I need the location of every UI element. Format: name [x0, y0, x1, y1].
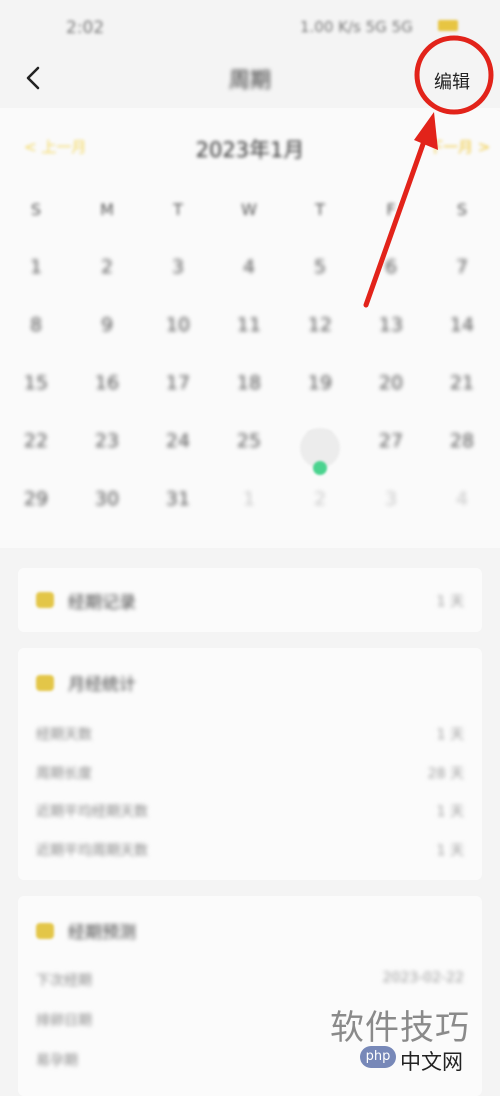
calendar-day[interactable]: 24: [148, 430, 208, 470]
calendar-day[interactable]: 7: [432, 256, 492, 296]
calendar-day[interactable]: 4: [219, 256, 279, 296]
watermark-badge: php: [360, 1046, 396, 1068]
calendar-day[interactable]: 1: [219, 488, 279, 528]
stat-label: 周期长度: [36, 766, 92, 782]
card-title: 经期预测: [68, 923, 136, 943]
card-header: 经期预测: [36, 918, 136, 943]
prediction-value: 2023-02-22: [382, 970, 464, 986]
calendar-day[interactable]: 16: [77, 372, 137, 412]
calendar-day[interactable]: 6: [361, 256, 421, 296]
calendar-day[interactable]: 1: [6, 256, 66, 296]
calendar-day[interactable]: 20: [361, 372, 421, 412]
calendar: < 上一月 2023年1月 下一月 > SMTWTFS 1 2 3 4 5 6 7 8 9 10 1…: [0, 108, 500, 548]
edit-button[interactable]: 编辑: [434, 68, 470, 94]
calendar-day[interactable]: 11: [219, 314, 279, 354]
stat-label: 经期天数: [36, 727, 92, 743]
weekday-label: F: [386, 200, 396, 219]
calendar-day[interactable]: 25: [219, 430, 279, 470]
period-record-card[interactable]: 经期记录 1 天: [18, 568, 482, 632]
stat-value: 1 天: [436, 843, 464, 859]
calendar-day[interactable]: 14: [432, 314, 492, 354]
calendar-day[interactable]: 8: [6, 314, 66, 354]
period-marker-dot: [313, 461, 327, 475]
calendar-day[interactable]: 10: [148, 314, 208, 354]
calendar-day[interactable]: 30: [77, 488, 137, 528]
prediction-label: 排卵日期: [36, 1013, 92, 1029]
calendar-day[interactable]: 9: [77, 314, 137, 354]
prediction-icon: [36, 922, 54, 939]
stat-value: 28 天: [427, 766, 464, 782]
prediction-label: 下次经期: [36, 973, 92, 989]
watermark-text: 软件技巧: [330, 1008, 470, 1048]
weekday-label: T: [173, 200, 183, 219]
calendar-day[interactable]: 2: [290, 488, 350, 528]
battery-icon: [438, 20, 458, 31]
weekday-label: M: [100, 200, 114, 219]
weekday-header: SMTWTFS: [0, 200, 500, 230]
calendar-day[interactable]: 27: [361, 430, 421, 470]
stat-label: 近期平均经期天数: [36, 804, 148, 820]
calendar-day[interactable]: 3: [148, 256, 208, 296]
next-month-button[interactable]: 下一月 >: [428, 136, 490, 157]
stats-icon: [36, 674, 54, 691]
calendar-day[interactable]: 2: [77, 256, 137, 296]
calendar-day[interactable]: 3: [361, 488, 421, 528]
card-header: 经期记录: [36, 568, 136, 632]
stat-value: 1 天: [436, 727, 464, 743]
calendar-day[interactable]: 15: [6, 372, 66, 412]
calendar-day[interactable]: 23: [77, 430, 137, 470]
month-switcher: < 上一月 2023年1月 下一月 >: [0, 128, 500, 168]
calendar-day[interactable]: 21: [432, 372, 492, 412]
prediction-label: 易孕期: [36, 1053, 78, 1069]
weekday-label: T: [315, 200, 325, 219]
calendar-day[interactable]: 18: [219, 372, 279, 412]
top-bar: 周期 编辑: [0, 48, 500, 108]
stat-value: 1 天: [436, 804, 464, 820]
calendar-day[interactable]: 5: [290, 256, 350, 296]
period-stats-card: 月经统计 经期天数 1 天 周期长度 28 天 近期平均经期天数 1 天 近期平…: [18, 648, 482, 880]
weekday-label: W: [241, 200, 257, 219]
calendar-day[interactable]: 4: [432, 488, 492, 528]
weekday-label: S: [456, 200, 468, 219]
status-indicators: 1.00 K/s 5G 5G: [300, 18, 413, 36]
calendar-day[interactable]: 29: [6, 488, 66, 528]
day-grid: 1 2 3 4 5 6 7 8 9 10 11 12 13 14 15 16 17 18 19 20 21 22 23 24 2…: [0, 248, 500, 538]
page-title: 周期: [229, 68, 271, 92]
card-title: 月经统计: [68, 675, 136, 695]
card-header: 月经统计: [36, 670, 136, 695]
card-value: 1 天: [436, 594, 464, 610]
calendar-day[interactable]: 28: [432, 430, 492, 470]
calendar-day[interactable]: 12: [290, 314, 350, 354]
calendar-day[interactable]: 22: [6, 430, 66, 470]
record-icon: [36, 592, 54, 608]
status-time: 2:02: [66, 18, 105, 38]
calendar-day[interactable]: 31: [148, 488, 208, 528]
calendar-day[interactable]: 19: [290, 372, 350, 412]
month-title: 2023年1月: [195, 138, 305, 162]
watermark-site: 中文网: [400, 1050, 463, 1074]
weekday-label: S: [30, 200, 42, 219]
stat-label: 近期平均周期天数: [36, 843, 148, 859]
calendar-day[interactable]: 17: [148, 372, 208, 412]
card-title: 经期记录: [68, 592, 136, 613]
calendar-day[interactable]: 13: [361, 314, 421, 354]
